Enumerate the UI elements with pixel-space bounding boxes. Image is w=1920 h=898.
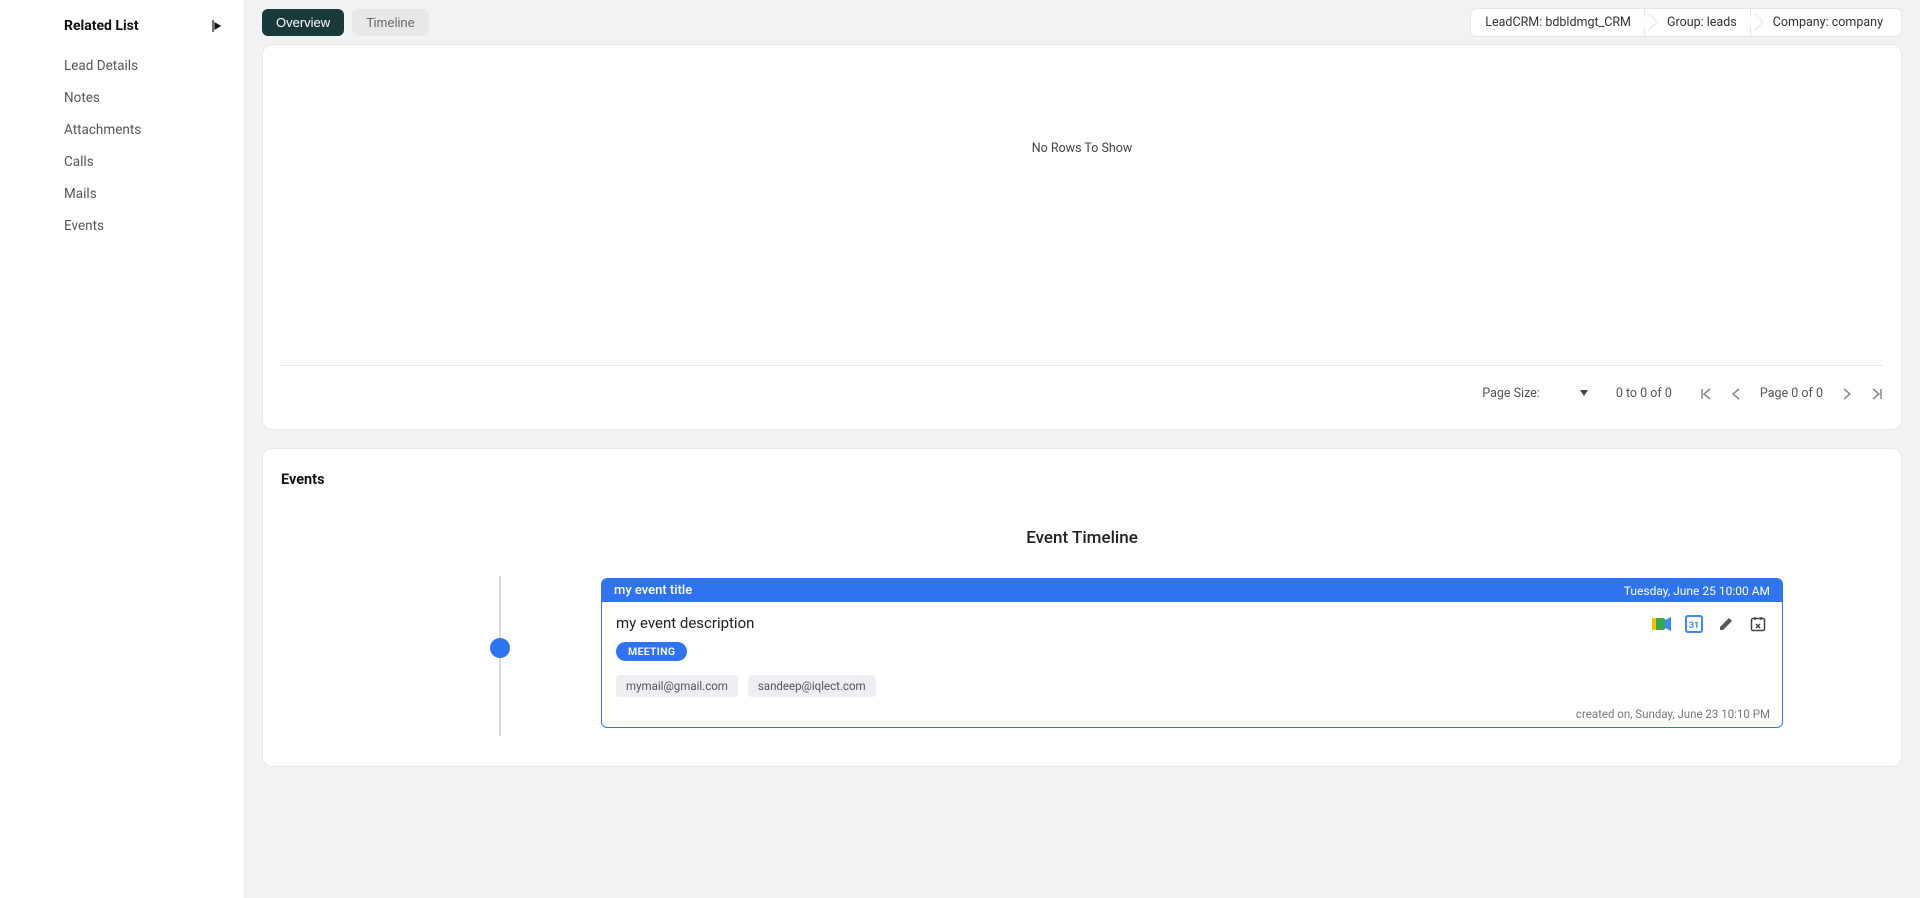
main-content: Overview Timeline LeadCRM: bdbldmgt_CRM …: [244, 0, 1920, 898]
event-title: my event title: [614, 583, 692, 598]
breadcrumb-group[interactable]: Group: leads: [1644, 8, 1756, 37]
attendee-chip: mymail@gmail.com: [616, 675, 738, 697]
edit-icon[interactable]: [1716, 614, 1736, 634]
sidebar-item-label: Attachments: [64, 122, 141, 138]
pager-prev-icon[interactable]: [1732, 388, 1740, 400]
meet-icon[interactable]: [1652, 614, 1672, 634]
sidebar-item-attachments[interactable]: Attachments: [0, 114, 243, 146]
sidebar-item-label: Notes: [64, 90, 100, 106]
event-timeline-title: Event Timeline: [281, 528, 1883, 548]
breadcrumb-crm[interactable]: LeadCRM: bdbldmgt_CRM: [1470, 8, 1650, 37]
tabs: Overview Timeline: [262, 9, 429, 36]
sidebar-item-label: Calls: [64, 154, 94, 170]
cancel-event-icon[interactable]: [1748, 614, 1768, 634]
tab-timeline[interactable]: Timeline: [352, 9, 429, 36]
collapse-sidebar-icon[interactable]: [209, 18, 225, 34]
svg-text:31: 31: [1689, 621, 1699, 631]
sidebar-item-events[interactable]: Events: [0, 210, 243, 242]
calendar-icon[interactable]: 31: [1684, 614, 1704, 634]
timeline: my event title Tuesday, June 25 10:00 AM…: [281, 576, 1883, 736]
event-datetime: Tuesday, June 25 10:00 AM: [1624, 584, 1770, 598]
event-description: my event description: [616, 614, 754, 632]
pager-next-icon[interactable]: [1843, 388, 1851, 400]
event-card: my event title Tuesday, June 25 10:00 AM…: [601, 578, 1783, 728]
sidebar-item-mails[interactable]: Mails: [0, 178, 243, 210]
topbar: Overview Timeline LeadCRM: bdbldmgt_CRM …: [244, 0, 1920, 44]
pager-first-icon[interactable]: [1700, 388, 1712, 400]
sidebar-item-label: Events: [64, 218, 104, 234]
sidebar-item-lead-details[interactable]: Lead Details: [0, 50, 243, 82]
page-range: 0 to 0 of 0: [1616, 386, 1672, 401]
attendee-chip: sandeep@iqlect.com: [748, 675, 876, 697]
breadcrumb-label: LeadCRM: bdbldmgt_CRM: [1485, 15, 1631, 30]
sidebar: Related List Lead Details Notes Attachme…: [0, 0, 244, 898]
grid-empty-text: No Rows To Show: [1032, 141, 1133, 156]
event-header: my event title Tuesday, June 25 10:00 AM: [602, 579, 1782, 602]
event-tag: MEETING: [616, 642, 687, 661]
events-card: Events Event Timeline my event title Tue…: [262, 448, 1902, 767]
attendees: mymail@gmail.com sandeep@iqlect.com: [616, 675, 1768, 697]
breadcrumb-label: Company: company: [1773, 15, 1883, 30]
sidebar-item-calls[interactable]: Calls: [0, 146, 243, 178]
tab-overview[interactable]: Overview: [262, 9, 344, 36]
sidebar-item-notes[interactable]: Notes: [0, 82, 243, 114]
breadcrumb: LeadCRM: bdbldmgt_CRM Group: leads Compa…: [1470, 8, 1902, 37]
timeline-dot: [490, 638, 510, 658]
pager-last-icon[interactable]: [1871, 388, 1883, 400]
page-size-select[interactable]: [1580, 388, 1588, 399]
page-of: Page 0 of 0: [1760, 386, 1823, 401]
page-size-label: Page Size:: [1482, 386, 1540, 401]
breadcrumb-label: Group: leads: [1667, 15, 1737, 30]
pager: Page Size: 0 to 0 of 0 Page 0 of 0: [281, 380, 1883, 401]
data-grid-card: No Rows To Show Page Size: 0 to 0 of 0: [262, 44, 1902, 430]
event-footer: created on, Sunday, June 23 10:10 PM: [602, 707, 1782, 727]
events-section-title: Events: [281, 471, 1883, 488]
sidebar-title: Related List: [64, 18, 139, 34]
sidebar-item-label: Mails: [64, 186, 97, 202]
sidebar-item-label: Lead Details: [64, 58, 138, 74]
breadcrumb-company[interactable]: Company: company: [1750, 8, 1902, 37]
